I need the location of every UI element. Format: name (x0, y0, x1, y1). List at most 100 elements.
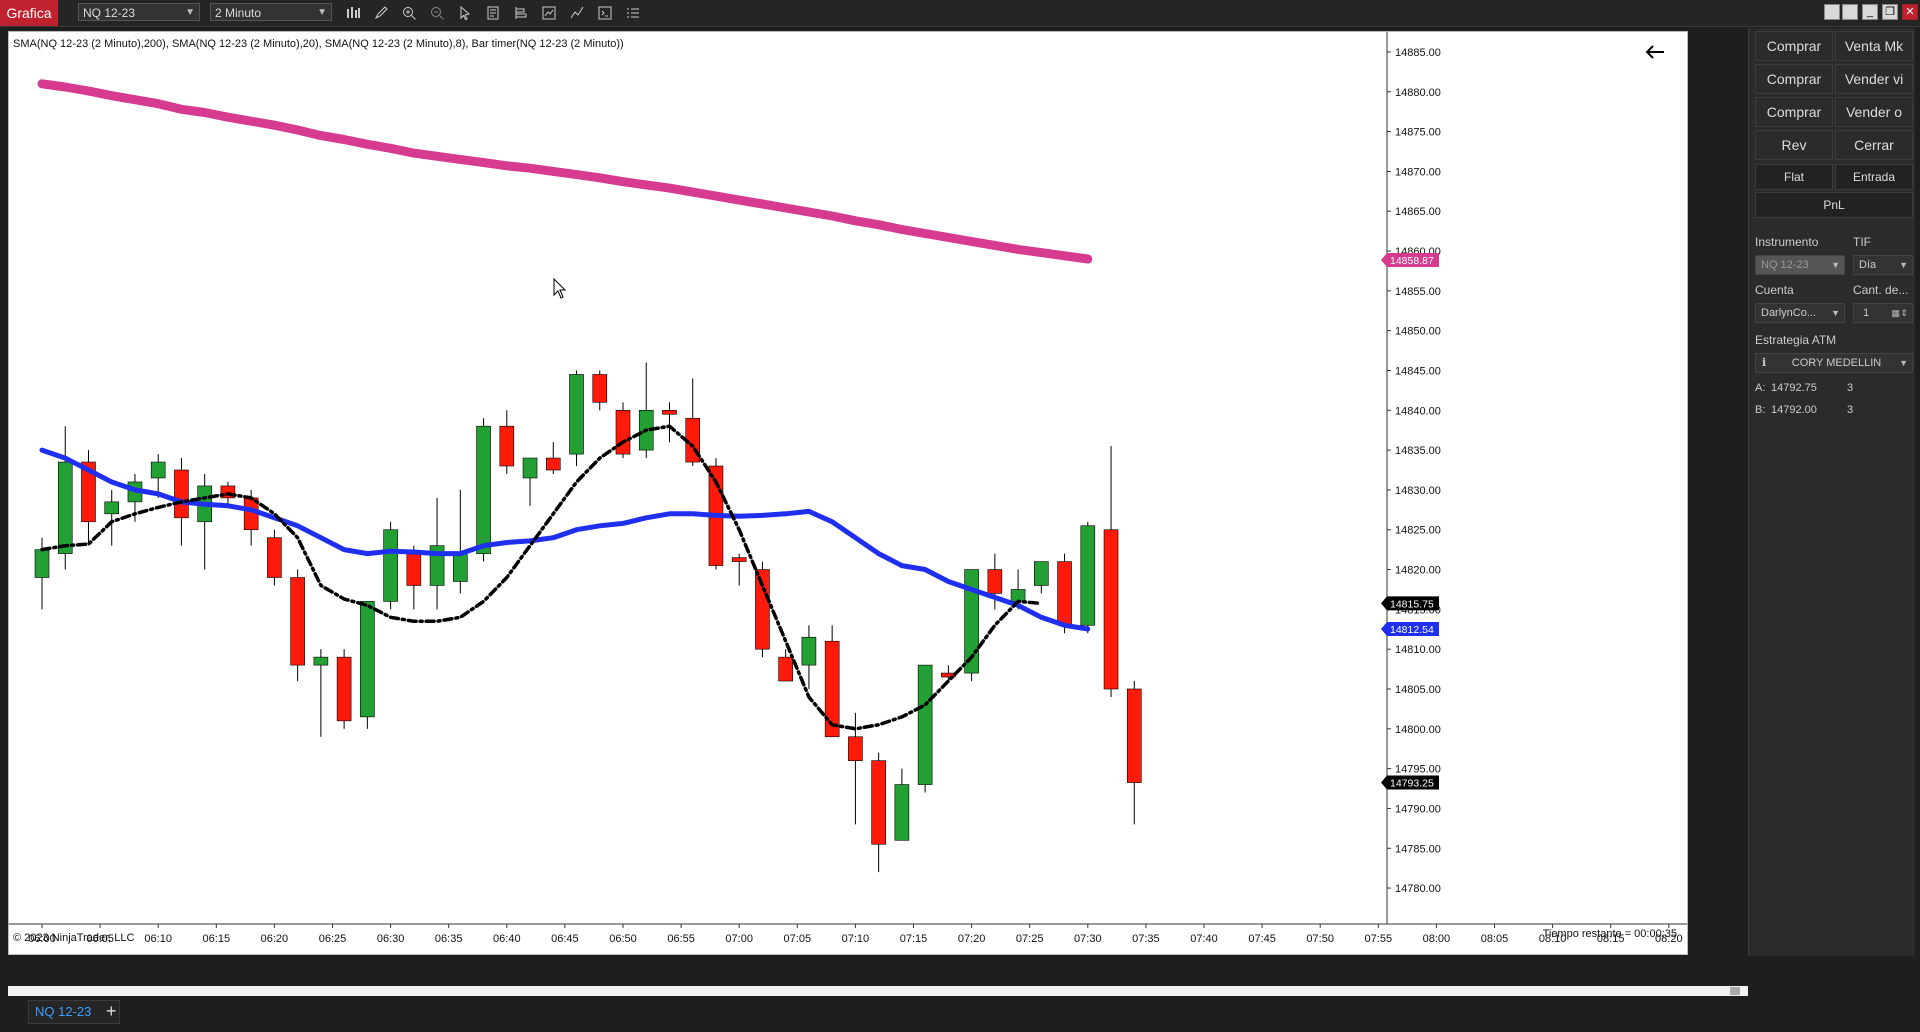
candle-up (1080, 525, 1096, 626)
candle-down (778, 656, 793, 682)
chevron-down-icon: ▼ (1831, 260, 1840, 270)
price-tick-label: 14810.00 (1395, 644, 1441, 656)
instrument-label: Instrumento (1755, 235, 1819, 249)
cursor-icon[interactable] (455, 3, 475, 23)
interval-select-value: 2 Minuto (215, 6, 262, 20)
sma-20-line (39, 447, 1091, 632)
chart-trader-icon[interactable] (595, 3, 615, 23)
price-chart[interactable]: 14885.00 14880.00 14875.00 14870.00 14865.00… (8, 31, 1688, 955)
candle-down (1057, 561, 1072, 626)
buy-bid-button[interactable]: Comprar (1755, 64, 1833, 94)
chevron-down-icon: ▼ (185, 7, 195, 18)
time-tick-label: 07:00 (725, 933, 753, 945)
info-icon[interactable]: ℹ (1762, 354, 1766, 372)
instrument-select-value: NQ 12-23 (83, 6, 136, 20)
account-select[interactable]: DarlynCo... ▼ (1755, 303, 1845, 323)
sell-ask-button[interactable]: Vender vi (1835, 64, 1913, 94)
tif-select[interactable]: Día ▼ (1853, 255, 1913, 275)
sell-offer-button[interactable]: Vender o (1835, 97, 1913, 127)
horizontal-scrollbar[interactable] (8, 986, 1748, 996)
time-tick-label: 07:45 (1248, 933, 1276, 945)
add-tab-icon[interactable]: + (106, 1002, 122, 1020)
time-tick-label: 07:35 (1132, 933, 1160, 945)
buy-offer-button[interactable]: Comprar (1755, 97, 1833, 127)
time-tick-label: 07:15 (900, 933, 928, 945)
time-tick-label: 06:45 (551, 933, 579, 945)
candle-up (801, 636, 817, 666)
price-tick-label: 14850.00 (1395, 326, 1441, 338)
account-label: Cuenta (1755, 283, 1794, 297)
candle-up (313, 656, 329, 666)
atm-strategy-select[interactable]: ℹ CORY MEDELLIN ▼ (1755, 353, 1913, 373)
data-box-icon[interactable] (539, 3, 559, 23)
price-tick-label: 14870.00 (1395, 166, 1441, 178)
back-arrow-icon[interactable] (1643, 42, 1667, 62)
quantity-label: Cant. de... (1853, 283, 1909, 297)
minimize-icon[interactable]: _ (1862, 4, 1878, 20)
chart-canvas[interactable]: 14885.00 14880.00 14875.00 14870.00 14865.00… (9, 32, 1687, 954)
sell-market-button[interactable]: Venta Mk (1835, 31, 1913, 61)
candle-up (1034, 561, 1049, 586)
bid-price: 14792.00 (1771, 404, 1817, 416)
time-tick-label: 07:40 (1190, 933, 1218, 945)
buy-market-button[interactable]: Comprar (1755, 31, 1833, 61)
price-marker-label: 14815.75 (1390, 598, 1434, 610)
template-icon[interactable] (483, 3, 503, 23)
candle-up (522, 457, 538, 479)
atm-strategy-label: Estrategia ATM (1755, 333, 1837, 347)
close-icon[interactable]: ✕ (1902, 4, 1918, 20)
candle-down (662, 409, 677, 415)
sma-8-line (40, 424, 1044, 731)
close-position-button[interactable]: Cerrar (1835, 130, 1913, 160)
ask-price: 14792.75 (1771, 382, 1817, 394)
candle-down (615, 409, 631, 455)
candle-down (731, 557, 747, 562)
chevron-down-icon: ▼ (1899, 358, 1908, 368)
reverse-button[interactable]: Rev (1755, 130, 1833, 160)
time-tick-label: 06:10 (144, 933, 172, 945)
tile-icon[interactable] (1842, 4, 1858, 20)
candle-up (150, 461, 166, 479)
list-icon[interactable] (623, 3, 643, 23)
price-tick-label: 14825.00 (1395, 525, 1441, 537)
candle-down (290, 577, 305, 666)
candle-down (848, 736, 863, 761)
chart-trader-panel: Comprar Venta Mk Comprar Vender vi Compr… (1748, 28, 1915, 956)
ask-size: 3 (1847, 382, 1854, 394)
strategy-icon[interactable] (567, 3, 587, 23)
price-tick-label: 14885.00 (1395, 47, 1441, 59)
bars-icon[interactable] (343, 3, 363, 23)
sma-200-line (37, 79, 1093, 264)
zoom-out-icon[interactable] (427, 3, 447, 23)
candle-down (1103, 529, 1119, 690)
candle-up (104, 501, 120, 515)
price-tick-label: 14855.00 (1395, 286, 1441, 298)
ask-label: A: (1755, 382, 1766, 394)
candle-up (1010, 589, 1026, 602)
scrollbar-thumb[interactable] (1730, 987, 1740, 995)
time-tick-label: 06:15 (203, 933, 231, 945)
properties-icon[interactable] (511, 3, 531, 23)
price-tick-label: 14785.00 (1395, 843, 1441, 855)
instrument-select[interactable]: NQ 12-23 ▼ (78, 3, 200, 21)
candle-up (569, 374, 584, 455)
price-tick-label: 14830.00 (1395, 485, 1441, 497)
price-tick-label: 14820.00 (1395, 565, 1441, 577)
calculator-icon[interactable]: ▦ (1891, 304, 1900, 322)
time-tick-label: 06:40 (493, 933, 521, 945)
copyright-notice: © 2023 NinjaTrader, LLC (13, 932, 135, 944)
spin-arrows-icon[interactable]: ⇕ (1900, 304, 1908, 322)
interval-select[interactable]: 2 Minuto ▼ (210, 3, 332, 21)
account-select-value: DarlynCo... (1761, 307, 1817, 319)
candle-down (336, 656, 352, 722)
tile-icon[interactable] (1824, 4, 1840, 20)
bid-label: B: (1755, 404, 1766, 416)
restore-icon[interactable]: ❐ (1882, 4, 1898, 20)
zoom-in-icon[interactable] (399, 3, 419, 23)
time-tick-label: 07:55 (1365, 933, 1393, 945)
candle-up (894, 784, 910, 841)
time-tick-label: 06:25 (319, 933, 347, 945)
candle-up (476, 425, 491, 554)
quantity-stepper[interactable]: 1 ▦ ⇕ (1853, 303, 1913, 323)
pencil-icon[interactable] (371, 3, 391, 23)
